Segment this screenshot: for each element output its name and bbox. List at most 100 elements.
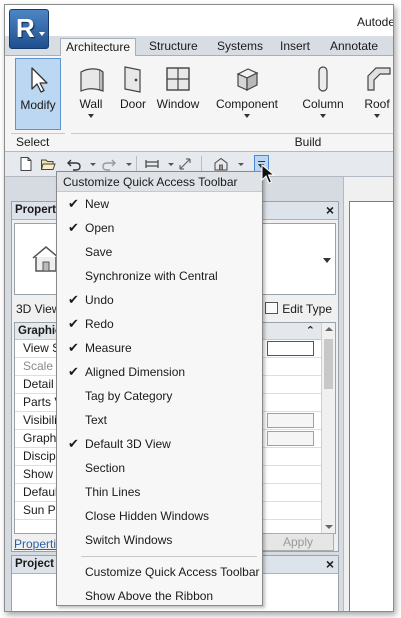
tab-insert[interactable]: Insert bbox=[275, 38, 315, 56]
properties-scrollbar[interactable] bbox=[321, 323, 335, 533]
apply-button[interactable]: Apply bbox=[262, 533, 334, 551]
ribbon-tab-bar: Architecture Structure Systems Insert An… bbox=[5, 36, 393, 57]
close-icon[interactable]: × bbox=[326, 556, 334, 573]
tab-architecture[interactable]: Architecture bbox=[60, 38, 137, 57]
menu-item[interactable]: Show Above the Ribbon bbox=[57, 584, 262, 608]
modify-label: Modify bbox=[20, 98, 56, 112]
menu-item[interactable]: Customize Quick Access Toolbar bbox=[57, 560, 262, 584]
component-label: Component bbox=[215, 97, 279, 111]
menu-item[interactable]: ✔ New bbox=[57, 192, 262, 216]
menu-item[interactable]: ✔ Undo bbox=[57, 288, 262, 312]
menu-item[interactable]: ✔ Aligned Dimension bbox=[57, 360, 262, 384]
properties-help-link[interactable]: Properti bbox=[14, 537, 56, 551]
roof-button[interactable]: Roof bbox=[357, 58, 393, 130]
door-button[interactable]: Door bbox=[115, 58, 151, 130]
menu-item-label: Synchronize with Central bbox=[85, 269, 218, 283]
default-3d-view-icon[interactable] bbox=[213, 156, 229, 172]
redo-icon[interactable] bbox=[101, 156, 117, 172]
app-logo-letter: R bbox=[16, 13, 35, 43]
component-button[interactable]: Component bbox=[212, 58, 282, 130]
checkmark-icon: ✔ bbox=[68, 196, 79, 211]
menu-item-label: Undo bbox=[85, 293, 114, 307]
checkmark-icon: ✔ bbox=[68, 364, 79, 379]
open-folder-icon[interactable] bbox=[40, 156, 56, 172]
select-panel-label: Select bbox=[16, 135, 50, 149]
menu-item-label: Show Above the Ribbon bbox=[85, 589, 214, 603]
menu-separator bbox=[81, 556, 257, 557]
chevron-down-icon[interactable] bbox=[238, 163, 244, 166]
window-icon bbox=[166, 67, 190, 91]
menu-item-label: New bbox=[85, 197, 110, 211]
undo-icon[interactable] bbox=[66, 156, 82, 172]
customize-qat-menu: Customize Quick Access Toolbar ✔ New ✔ Open… bbox=[56, 171, 263, 606]
modify-button[interactable]: Modify bbox=[15, 58, 61, 130]
menu-item[interactable]: ✔ Default 3D View bbox=[57, 432, 262, 456]
wall-icon bbox=[80, 68, 104, 92]
menu-item-label: Section bbox=[85, 461, 126, 475]
menu-item[interactable]: Synchronize with Central bbox=[57, 264, 262, 288]
door-label: Door bbox=[119, 97, 146, 111]
checkmark-icon: ✔ bbox=[68, 436, 79, 451]
measure-icon[interactable] bbox=[144, 156, 160, 172]
title-bar: Autode bbox=[5, 5, 393, 36]
scrollbar-thumb[interactable] bbox=[324, 339, 333, 389]
chevron-down-icon bbox=[323, 258, 331, 263]
menu-item[interactable]: Switch Windows bbox=[57, 528, 262, 552]
scroll-down-icon[interactable] bbox=[325, 525, 333, 529]
roof-label: Roof bbox=[364, 97, 390, 111]
column-button[interactable]: Column bbox=[297, 58, 349, 130]
close-icon[interactable]: × bbox=[326, 202, 334, 219]
window-button[interactable]: Window bbox=[153, 58, 203, 130]
toolbar-divider bbox=[136, 156, 137, 172]
properties-title-text: Properti bbox=[15, 204, 60, 216]
application-menu-button[interactable]: R bbox=[9, 9, 49, 49]
cursor-arrow-icon bbox=[31, 67, 48, 93]
scroll-up-icon[interactable] bbox=[325, 327, 333, 331]
tab-annotate[interactable]: Annotate bbox=[325, 38, 383, 56]
menu-item[interactable]: ✔ Measure bbox=[57, 336, 262, 360]
roof-icon bbox=[367, 67, 391, 91]
view-type-label[interactable]: 3D View bbox=[16, 302, 60, 316]
menu-item-label: Text bbox=[85, 413, 108, 427]
wall-button[interactable]: Wall bbox=[71, 58, 111, 130]
menu-item-label: Switch Windows bbox=[85, 533, 173, 547]
tab-structure[interactable]: Structure bbox=[144, 38, 203, 56]
menu-item-label: Default 3D View bbox=[85, 437, 171, 451]
checkmark-icon: ✔ bbox=[68, 340, 79, 355]
aligned-dimension-icon[interactable] bbox=[177, 156, 193, 172]
chevron-down-icon[interactable] bbox=[168, 163, 174, 166]
chevron-down-icon[interactable] bbox=[126, 163, 132, 166]
property-value-cell[interactable] bbox=[267, 413, 314, 428]
menu-item[interactable]: Section bbox=[57, 456, 262, 480]
chevron-down-icon bbox=[39, 32, 45, 36]
property-value-cell[interactable] bbox=[267, 431, 314, 446]
chevron-down-icon bbox=[88, 114, 94, 118]
toolbar-divider bbox=[201, 156, 202, 172]
new-file-icon[interactable] bbox=[18, 156, 34, 172]
menu-item-label: Close Hidden Windows bbox=[85, 509, 210, 523]
menu-item-label: Measure bbox=[85, 341, 132, 355]
chevron-down-icon bbox=[320, 114, 326, 118]
collapse-icon[interactable]: ⌃ bbox=[306, 323, 315, 339]
menu-item-label: Tag by Category bbox=[85, 389, 173, 403]
menu-item[interactable]: Tag by Category bbox=[57, 384, 262, 408]
menu-item[interactable]: Save bbox=[57, 240, 262, 264]
menu-item[interactable]: ✔ Redo bbox=[57, 312, 262, 336]
edit-type-button[interactable]: Edit Type bbox=[265, 299, 332, 319]
component-icon bbox=[236, 68, 259, 91]
menu-item[interactable]: Close Hidden Windows bbox=[57, 504, 262, 528]
wall-label: Wall bbox=[79, 97, 103, 111]
mouse-cursor-icon bbox=[261, 164, 275, 184]
tab-systems[interactable]: Systems bbox=[212, 38, 268, 56]
drawing-canvas[interactable] bbox=[349, 201, 393, 611]
build-panel-label: Build bbox=[71, 133, 393, 151]
property-value-cell[interactable] bbox=[267, 341, 314, 356]
chevron-down-icon bbox=[374, 114, 380, 118]
menu-item[interactable]: Text bbox=[57, 408, 262, 432]
select-panel-dropdown[interactable]: Select bbox=[11, 133, 65, 161]
menu-item[interactable]: Thin Lines bbox=[57, 480, 262, 504]
menu-item-label: Redo bbox=[85, 317, 114, 331]
menu-item[interactable]: ✔ Open bbox=[57, 216, 262, 240]
edit-type-label: Edit Type bbox=[282, 302, 332, 316]
chevron-down-icon[interactable] bbox=[90, 163, 96, 166]
